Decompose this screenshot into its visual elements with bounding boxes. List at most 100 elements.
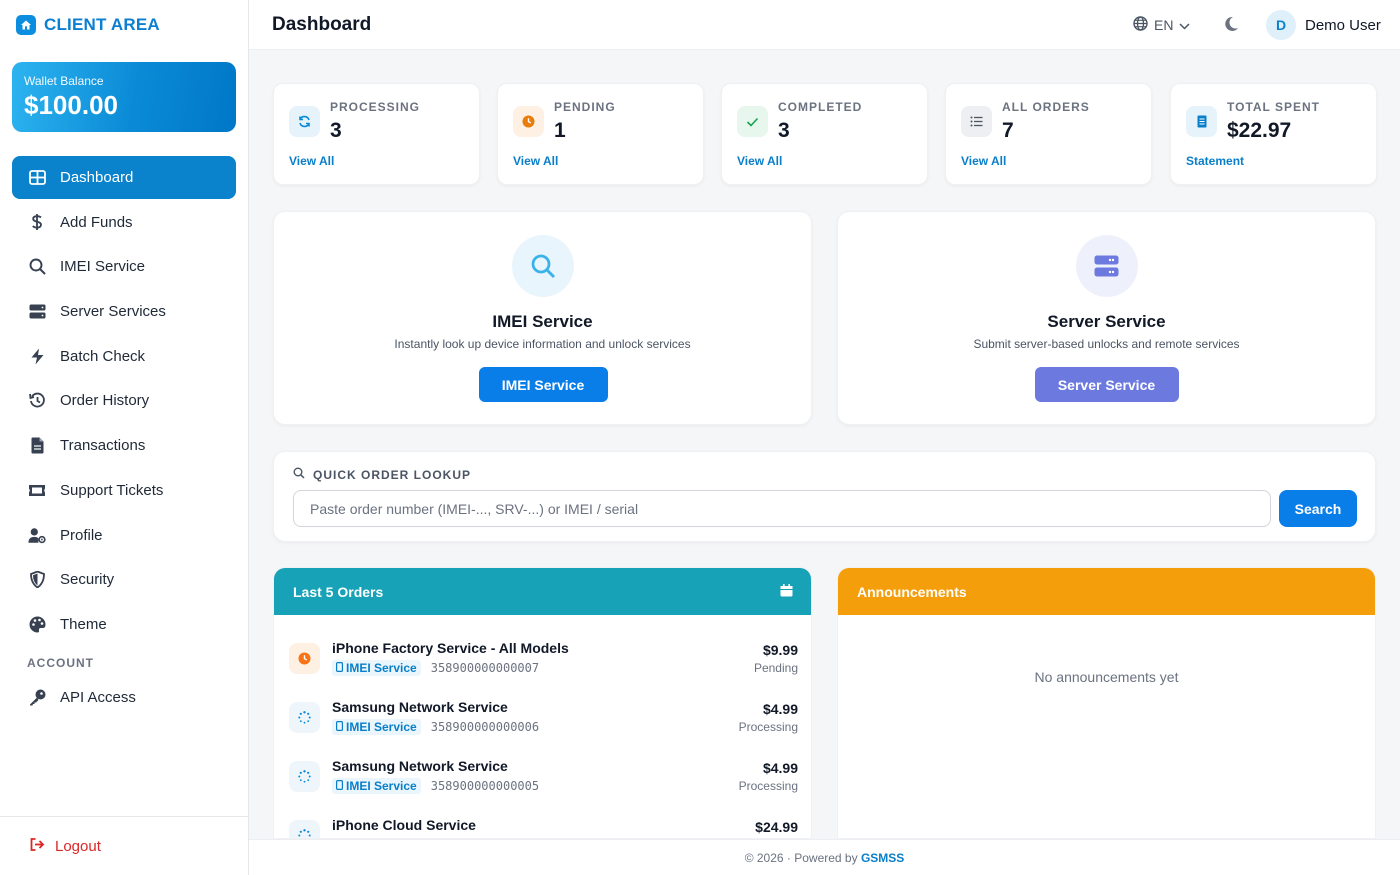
- sidebar-item-transactions[interactable]: Transactions: [12, 424, 236, 467]
- sidebar-item-order-history[interactable]: Order History: [12, 379, 236, 422]
- order-price: $4.99: [762, 760, 798, 776]
- order-price: $4.99: [762, 701, 798, 717]
- sidebar-item-security[interactable]: Security: [12, 558, 236, 601]
- palette-icon: [28, 615, 46, 633]
- service-tag-label: IMEI Service: [346, 661, 417, 675]
- view-all-link[interactable]: View All: [737, 154, 782, 168]
- imei-service-card: IMEI Service Instantly look up device in…: [273, 211, 812, 425]
- order-imei: 358900000000005: [430, 779, 540, 793]
- sidebar-item-label: Security: [60, 571, 115, 589]
- clock-icon: [289, 643, 320, 674]
- calendar-icon[interactable]: [780, 583, 793, 600]
- footer: © 2026 · Powered by GSMSS: [249, 839, 1400, 875]
- search-icon: [293, 467, 305, 482]
- search-icon: [511, 235, 574, 297]
- sidebar-item-label: Add Funds: [60, 213, 133, 231]
- logout-button[interactable]: Logout: [30, 838, 101, 855]
- language-label: EN: [1154, 17, 1174, 33]
- order-row[interactable]: Samsung Network Service IMEI Service 358…: [274, 699, 811, 755]
- sidebar-item-label: Dashboard: [60, 169, 134, 186]
- spinner-icon: [289, 761, 320, 792]
- view-all-link[interactable]: View All: [289, 154, 334, 168]
- user-gear-icon: [28, 526, 46, 544]
- nav-section-account: ACCOUNT: [27, 655, 94, 670]
- order-row[interactable]: iPhone Cloud Service $24.99: [274, 817, 811, 838]
- avatar: D: [1266, 10, 1296, 40]
- logout-icon: [30, 838, 45, 855]
- server-service-button[interactable]: Server Service: [1034, 367, 1179, 402]
- orders-header: Last 5 Orders: [274, 568, 811, 615]
- stat-value: 3: [330, 119, 342, 142]
- order-status: Processing: [738, 720, 798, 734]
- stat-value: 7: [1002, 119, 1014, 142]
- stat-value: 1: [554, 119, 566, 142]
- sidebar-item-theme[interactable]: Theme: [12, 603, 236, 646]
- statement-link[interactable]: Statement: [1186, 154, 1244, 168]
- order-meta: IMEI Service 358900000000007: [332, 660, 539, 676]
- spinner-icon: [289, 820, 320, 838]
- user-name: Demo User: [1305, 16, 1381, 34]
- wallet-label: Wallet Balance: [24, 74, 104, 88]
- imei-service-button[interactable]: IMEI Service: [478, 367, 608, 402]
- brand[interactable]: CLIENT AREA: [16, 15, 160, 35]
- clock-icon: [513, 106, 544, 137]
- service-description: Instantly look up device information and…: [394, 337, 691, 351]
- sidebar-item-label: Batch Check: [60, 347, 146, 365]
- stat-value: 3: [778, 119, 790, 142]
- sidebar-item-dashboard[interactable]: Dashboard: [12, 156, 236, 199]
- sidebar-item-profile[interactable]: Profile: [12, 514, 236, 557]
- search-button[interactable]: Search: [1279, 490, 1357, 527]
- sidebar-item-label: IMEI Service: [60, 258, 146, 276]
- sidebar-item-label: Theme: [60, 615, 107, 633]
- order-imei: 358900000000007: [430, 661, 540, 675]
- order-imei: 358900000000006: [430, 720, 540, 734]
- sidebar-item-batch-check[interactable]: Batch Check: [12, 335, 236, 378]
- order-lookup-input[interactable]: [293, 490, 1271, 527]
- grid-icon: [28, 169, 46, 187]
- announcements-header: Announcements: [838, 568, 1375, 615]
- stat-card-pending: PENDING 1 View All: [497, 83, 704, 185]
- order-meta: IMEI Service 358900000000006: [332, 719, 539, 735]
- language-selector[interactable]: EN: [1133, 16, 1190, 34]
- spinner-icon: [289, 702, 320, 733]
- dark-mode-toggle[interactable]: [1224, 16, 1239, 37]
- view-all-link[interactable]: View All: [961, 154, 1006, 168]
- order-status: Pending: [753, 661, 798, 675]
- sidebar-item-server-services[interactable]: Server Services: [12, 290, 236, 333]
- sidebar-item-add-funds[interactable]: Add Funds: [12, 201, 236, 244]
- order-meta: IMEI Service 358900000000005: [332, 778, 539, 794]
- service-tag: IMEI Service: [332, 719, 421, 735]
- view-all-link[interactable]: View All: [513, 154, 558, 168]
- phone-icon: [336, 720, 344, 734]
- stat-label: PROCESSING: [330, 100, 421, 114]
- key-icon: [28, 688, 46, 706]
- order-row[interactable]: iPhone Factory Service - All Models IMEI…: [274, 640, 811, 696]
- stat-value: $22.97: [1227, 119, 1292, 142]
- sidebar-item-support-tickets[interactable]: Support Tickets: [12, 469, 236, 512]
- order-price: $9.99: [762, 642, 798, 658]
- lookup-label: QUICK ORDER LOOKUP: [293, 467, 471, 482]
- footer-brand-link[interactable]: GSMSS: [861, 851, 904, 865]
- order-price: $24.99: [755, 819, 798, 835]
- server-icon: [28, 303, 46, 321]
- service-tag-label: IMEI Service: [346, 720, 417, 734]
- stat-card-completed: COMPLETED 3 View All: [721, 83, 928, 185]
- order-name: iPhone Cloud Service: [332, 817, 476, 833]
- sidebar-item-imei-service[interactable]: IMEI Service: [12, 245, 236, 288]
- sidebar-item-api-access[interactable]: API Access: [12, 676, 236, 719]
- sidebar-item-label: Profile: [60, 526, 103, 544]
- stat-label: TOTAL SPENT: [1227, 100, 1321, 114]
- history-icon: [28, 392, 46, 410]
- order-name: Samsung Network Service: [332, 758, 508, 774]
- order-row[interactable]: Samsung Network Service IMEI Service 358…: [274, 758, 811, 814]
- refresh-icon: [289, 106, 320, 137]
- receipt-icon: [1186, 106, 1217, 137]
- user-menu[interactable]: D Demo User: [1266, 10, 1381, 40]
- order-name: iPhone Factory Service - All Models: [332, 640, 569, 656]
- file-icon: [28, 437, 46, 455]
- announcements-empty: No announcements yet: [1034, 669, 1179, 685]
- chevron-down-icon: [1179, 17, 1190, 33]
- service-tag: IMEI Service: [332, 778, 421, 794]
- sidebar-nav: Dashboard Add Funds IMEI Service Server …: [12, 156, 236, 721]
- stat-label: ALL ORDERS: [1002, 100, 1090, 114]
